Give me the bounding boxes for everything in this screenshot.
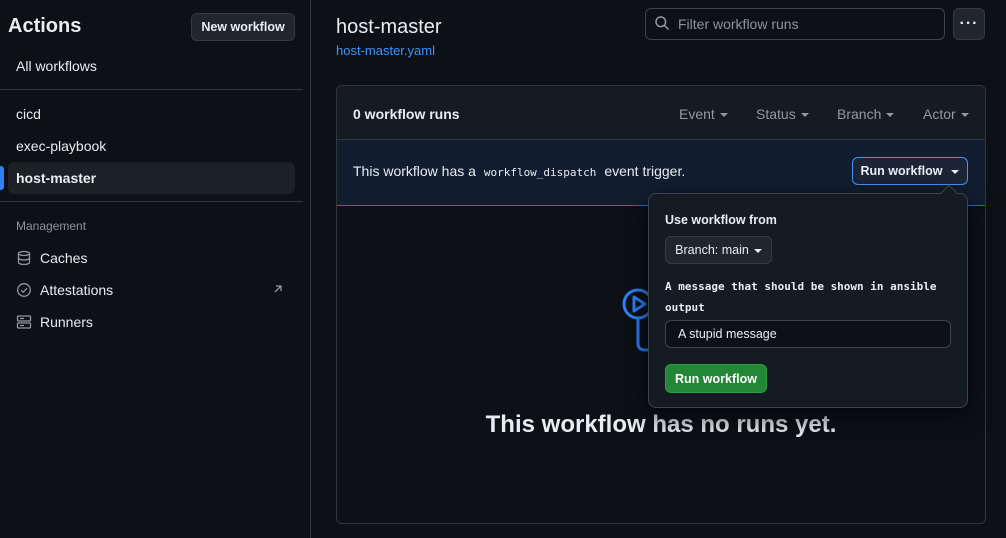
- chevron-down-icon: [800, 113, 809, 117]
- search-icon: [654, 15, 670, 34]
- dispatch-suffix: event trigger.: [604, 163, 686, 179]
- empty-state-title: This workflow has no runs yet.: [485, 411, 837, 438]
- workflow-file-link[interactable]: host-master.yaml: [336, 43, 435, 58]
- branch-filter-label: Branch: [837, 106, 882, 122]
- sidebar-divider: [0, 89, 303, 90]
- actor-filter-label: Actor: [923, 106, 956, 122]
- sidebar-item-label: Runners: [40, 314, 93, 330]
- sidebar-title: Actions: [8, 15, 82, 37]
- status-filter-label: Status: [756, 106, 796, 122]
- active-indicator: [0, 166, 4, 190]
- run-workflow-dropdown: Use workflow from Branch: main A message…: [648, 184, 968, 408]
- chevron-down-icon: [753, 249, 762, 253]
- dispatch-code: workflow_dispatch: [483, 166, 597, 179]
- sidebar-divider: [0, 201, 303, 202]
- status-filter[interactable]: Status: [756, 106, 809, 122]
- use-workflow-from-label: Use workflow from: [665, 213, 777, 227]
- sidebar-item-caches[interactable]: Caches: [8, 242, 295, 274]
- sidebar-item-runners[interactable]: Runners: [8, 306, 295, 338]
- dispatch-prefix: This workflow has a: [353, 163, 476, 179]
- run-workflow-toggle-label: Run workflow: [860, 164, 943, 178]
- branch-filter[interactable]: Branch: [837, 106, 895, 122]
- chevron-down-icon: [886, 113, 895, 117]
- sidebar-item-host-master[interactable]: host-master: [8, 162, 295, 194]
- page-title: host-master: [336, 16, 442, 38]
- sidebar-item-label: Caches: [40, 250, 88, 266]
- actor-filter[interactable]: Actor: [923, 106, 969, 122]
- run-workflow-toggle-button[interactable]: Run workflow: [852, 157, 968, 185]
- sidebar-item-label: host-master: [16, 170, 97, 186]
- more-options-button[interactable]: ···: [953, 8, 985, 40]
- filter-input[interactable]: [678, 16, 928, 32]
- event-filter-label: Event: [679, 106, 715, 122]
- run-workflow-submit-button[interactable]: Run workflow: [665, 364, 767, 393]
- filter-field[interactable]: [645, 8, 945, 40]
- sidebar: Actions New workflow All workflows cicd …: [0, 0, 311, 538]
- sidebar-item-label: All workflows: [16, 58, 97, 74]
- chevron-down-icon: [951, 170, 960, 174]
- sidebar-item-cicd[interactable]: cicd: [8, 98, 295, 130]
- sidebar-item-label: cicd: [16, 106, 41, 122]
- runs-header: 0 workflow runs Event Status Branch Acto…: [337, 86, 985, 140]
- event-filter[interactable]: Event: [679, 106, 728, 122]
- sidebar-item-exec-playbook[interactable]: exec-playbook: [8, 130, 295, 162]
- chevron-down-icon: [719, 113, 728, 117]
- sidebar-item-label: Attestations: [40, 282, 114, 298]
- server-icon: [16, 314, 32, 330]
- sidebar-item-all-workflows[interactable]: All workflows: [8, 50, 295, 82]
- chevron-down-icon: [960, 113, 969, 117]
- dispatch-message: This workflow has a workflow_dispatch ev…: [353, 163, 685, 179]
- branch-select-button[interactable]: Branch: main: [665, 236, 772, 264]
- runs-count: 0 workflow runs: [353, 106, 460, 122]
- database-icon: [16, 250, 32, 266]
- management-heading: Management: [16, 219, 87, 233]
- branch-select-label: Branch: main: [675, 243, 749, 257]
- message-input[interactable]: [665, 320, 951, 348]
- message-input-label: A message that should be shown in ansibl…: [665, 280, 937, 314]
- sidebar-item-attestations[interactable]: Attestations: [8, 274, 295, 306]
- new-workflow-button[interactable]: New workflow: [191, 13, 295, 41]
- verified-icon: [16, 282, 32, 298]
- sidebar-item-label: exec-playbook: [16, 138, 107, 154]
- external-link-icon: [271, 282, 285, 296]
